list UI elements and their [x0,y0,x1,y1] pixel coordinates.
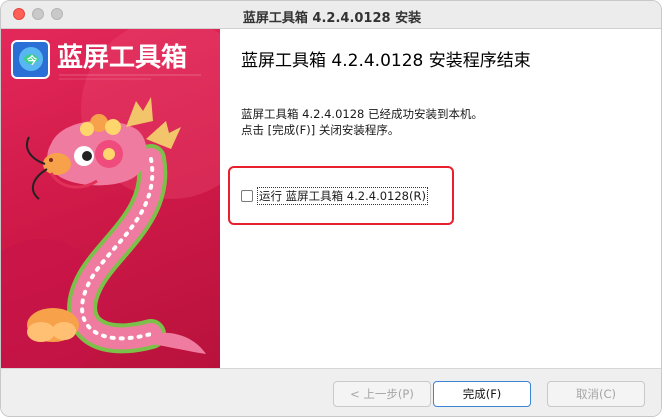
completion-message-line-1: 蓝屏工具箱 4.2.4.0128 已经成功安装到本机。 [241,107,483,121]
window-title: 蓝屏工具箱 4.2.4.0128 安装 [242,11,422,26]
svg-text:今: 今 [26,54,38,67]
run-app-checkbox[interactable] [241,190,253,202]
banner-artwork: 今 蓝屏工具箱 [1,29,220,368]
installer-window: 蓝屏工具箱 4.2.4.0128 安装 今 蓝屏工具箱 蓝屏工具箱 4.2.4.… [0,0,662,417]
button-bar: < 上一步(P) 完成(F) 取消(C) [1,368,661,416]
page-title: 蓝屏工具箱 4.2.4.0128 安装程序结束 [241,51,531,71]
brand-text: 蓝屏工具箱 [57,42,187,73]
run-app-checkbox-label[interactable]: 运行 蓝屏工具箱 4.2.4.0128(R) [257,187,428,205]
finish-button[interactable]: 完成(F) [433,381,531,407]
cancel-button[interactable]: 取消(C) [547,381,645,407]
finish-page: 蓝屏工具箱 4.2.4.0128 安装程序结束 蓝屏工具箱 4.2.4.0128… [220,29,661,368]
completion-message: 蓝屏工具箱 4.2.4.0128 已经成功安装到本机。 点击 [完成(F)] 关… [241,106,483,138]
completion-message-line-2: 点击 [完成(F)] 关闭安装程序。 [241,123,400,137]
title-bar: 蓝屏工具箱 4.2.4.0128 安装 [1,1,661,29]
run-app-option[interactable]: 运行 蓝屏工具箱 4.2.4.0128(R) [241,187,428,205]
installer-banner: 今 蓝屏工具箱 [1,29,220,368]
back-button[interactable]: < 上一步(P) [333,381,431,407]
app-logo-icon: 今 [11,40,50,79]
